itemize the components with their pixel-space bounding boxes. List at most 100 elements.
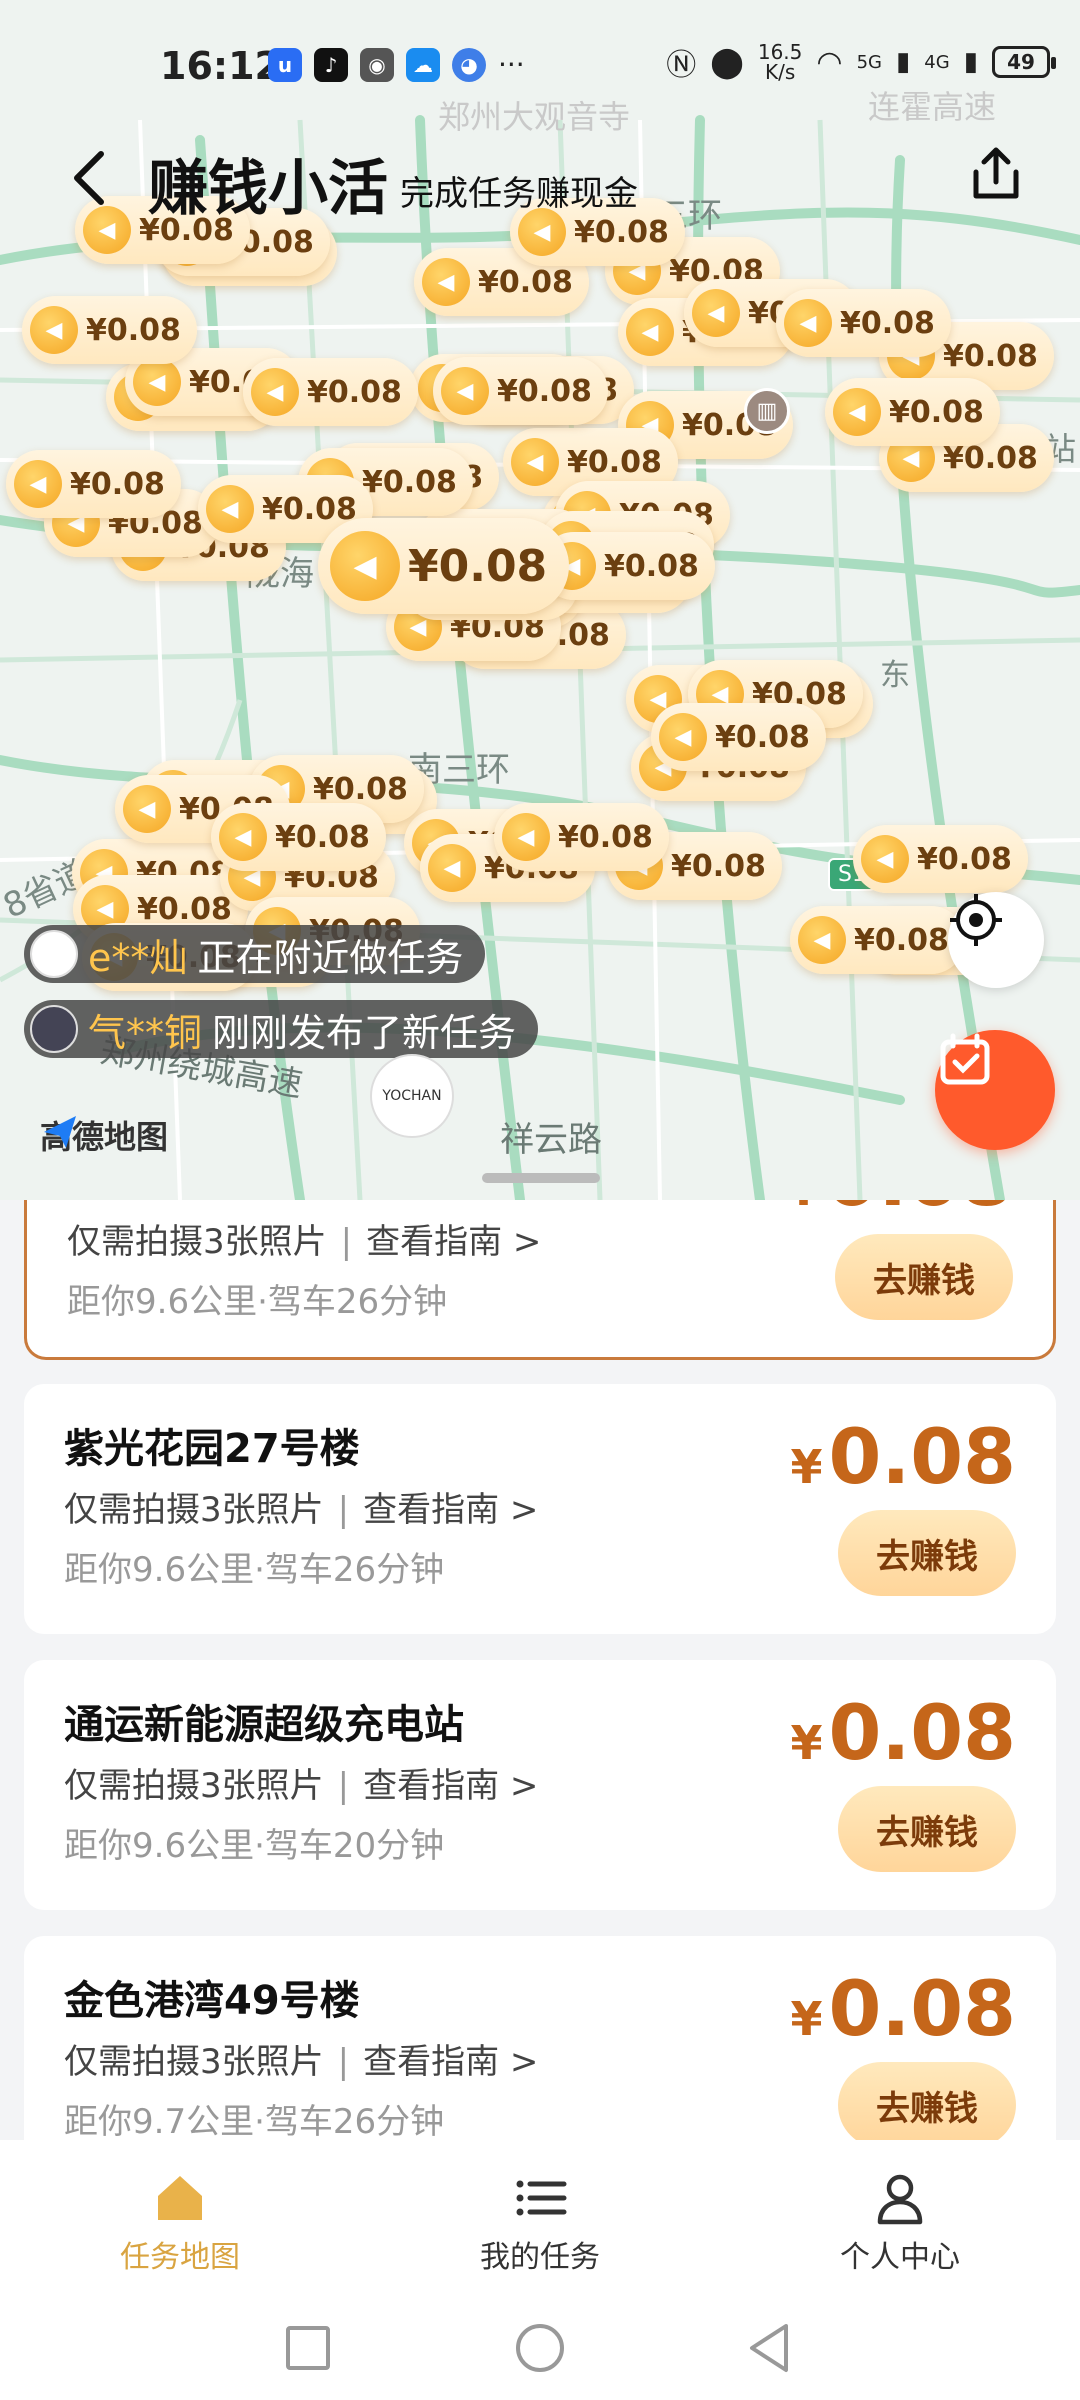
task-distance: 距你9.6公里·驾车26分钟: [64, 1550, 445, 1590]
coin-icon: ◀: [441, 367, 489, 415]
task-card[interactable]: ¥0.08 仅需拍摄3张照片 | 查看指南 > 距你9.6公里·驾车26分钟 去赚钱: [24, 1200, 1056, 1360]
tiktok-icon: ♪: [314, 48, 348, 82]
task-requirement: 仅需拍摄3张照片 | 查看指南 >: [64, 2034, 538, 2083]
separator: |: [340, 1222, 353, 1262]
activity-feed-item: 气**铜 刚刚发布了新任务: [24, 1000, 539, 1058]
map-provider-logo: 高德地图: [40, 1112, 168, 1158]
task-price-marker[interactable]: ◀¥0.08: [853, 825, 1028, 893]
marker-price: ¥0.08: [854, 922, 949, 958]
calendar-check-icon: [940, 1033, 990, 1085]
coin-icon: ◀: [133, 358, 181, 406]
task-price-marker[interactable]: ◀¥0.08: [433, 357, 608, 425]
coin-icon: ◀: [123, 785, 171, 833]
earn-button[interactable]: 去赚钱: [838, 2062, 1016, 2140]
back-nav-button[interactable]: [746, 2322, 794, 2374]
browser-icon: ◕: [452, 48, 486, 82]
page-subtitle: 完成任务赚现金: [400, 174, 638, 214]
marker-price: ¥0.08: [567, 444, 662, 480]
tab-task-map[interactable]: 任务地图: [0, 2140, 360, 2290]
network-speed: 16.5 K/s: [758, 42, 803, 82]
notification-icons: u ♪ ◉ ☁ ◕ ···: [268, 48, 525, 82]
coin-icon: ◀: [502, 813, 550, 861]
task-price-marker[interactable]: ◀¥0.08: [776, 289, 951, 357]
person-icon: [877, 2174, 923, 2225]
selected-task-marker[interactable]: ◀ ¥0.08: [318, 518, 570, 614]
view-guide-link[interactable]: 查看指南 >: [366, 1222, 541, 1262]
task-price: ¥0.08: [790, 1688, 1016, 1777]
marker-price: ¥0.08: [137, 891, 232, 927]
marker-price: ¥0.08: [497, 373, 592, 409]
task-price-marker[interactable]: ◀¥0.08: [22, 296, 197, 364]
task-price-marker[interactable]: ◀¥0.08: [651, 703, 826, 771]
task-requirement: 仅需拍摄3张照片 | 查看指南 >: [64, 1482, 538, 1531]
share-button[interactable]: [966, 144, 1026, 204]
marker-price: ¥0.08: [262, 491, 357, 527]
wechat-icon: ◉: [360, 48, 394, 82]
page-title: 赚钱小活: [148, 154, 388, 224]
marker-price: ¥0.08: [70, 466, 165, 502]
home-button[interactable]: [516, 2324, 564, 2372]
task-requirement-text: 仅需拍摄3张照片: [64, 1766, 324, 1806]
task-requirement-text: 仅需拍摄3张照片: [67, 1222, 327, 1262]
locate-button[interactable]: [948, 892, 1044, 988]
task-price: ¥0.08: [790, 1412, 1016, 1501]
view-guide-link[interactable]: 查看指南 >: [363, 1766, 538, 1806]
task-card[interactable]: 通运新能源超级充电站 ¥0.08 仅需拍摄3张照片 | 查看指南 > 距你9.6公里…: [24, 1660, 1056, 1910]
separator: |: [337, 1766, 350, 1806]
task-requirement-text: 仅需拍摄3张照片: [64, 1490, 324, 1530]
battery-indicator: 49: [992, 46, 1056, 78]
location-icon: ⬤: [710, 44, 744, 80]
marker-price: ¥0.08: [671, 848, 766, 884]
recent-apps-button[interactable]: [286, 2326, 330, 2370]
earn-button[interactable]: 去赚钱: [838, 1786, 1016, 1872]
task-price-marker[interactable]: ◀¥0.08: [825, 378, 1000, 446]
task-card[interactable]: 紫光花园27号楼 ¥0.08 仅需拍摄3张照片 | 查看指南 > 距你9.6公里·驾…: [24, 1384, 1056, 1634]
task-price-marker[interactable]: ◀¥0.08: [494, 803, 669, 871]
signal-bars-icon: ▮: [895, 47, 911, 77]
coin-icon: ◀: [798, 916, 846, 964]
coin-icon: ◀: [861, 835, 909, 883]
task-card[interactable]: 金色港湾49号楼 ¥0.08 仅需拍摄3张照片 | 查看指南 > 距你9.7公里·驾…: [24, 1936, 1056, 2140]
drag-handle[interactable]: [482, 1173, 600, 1183]
wifi-icon: ◠: [816, 44, 843, 80]
coin-icon: ◀: [833, 388, 881, 436]
marker-price: ¥0.08: [86, 312, 181, 348]
feed-text: 刚刚发布了新任务: [212, 1010, 517, 1055]
task-price-marker[interactable]: ◀¥0.08: [6, 450, 181, 518]
more-notifications-icon: ···: [498, 48, 525, 81]
view-guide-link[interactable]: 查看指南 >: [363, 2042, 538, 2082]
earn-button[interactable]: 去赚钱: [838, 1510, 1016, 1596]
coin-icon: ◀: [626, 308, 674, 356]
marker-price: ¥0.08: [558, 819, 653, 855]
checkin-calendar-button[interactable]: [935, 1030, 1055, 1150]
status-time: 16:12: [160, 44, 281, 88]
task-name: 金色港湾49号楼: [64, 1978, 360, 2024]
coin-icon: ◀: [511, 438, 559, 486]
task-name: 紫光花园27号楼: [64, 1426, 360, 1472]
feed-user: e**灿: [88, 935, 188, 980]
marker-price: ¥0.08: [917, 841, 1012, 877]
back-arrow-icon: [74, 151, 104, 205]
tab-profile[interactable]: 个人中心: [720, 2140, 1080, 2290]
view-guide-link[interactable]: 查看指南 >: [363, 1490, 538, 1530]
coin-icon: ◀: [330, 531, 400, 601]
earn-button[interactable]: 去赚钱: [835, 1234, 1013, 1320]
task-distance: 距你9.7公里·驾车26分钟: [64, 2102, 445, 2140]
task-price-marker[interactable]: ◀¥0.08: [211, 803, 386, 871]
system-navigation-bar: [0, 2290, 1080, 2400]
coin-icon: ◀: [428, 844, 476, 892]
tab-my-tasks[interactable]: 我的任务: [360, 2140, 720, 2290]
back-button[interactable]: [64, 148, 114, 208]
status-bar: 16:12 u ♪ ◉ ☁ ◕ ··· Ⓝ ⬤ 16.5 K/s ◠ 5G ▮ …: [0, 0, 1080, 130]
coin-icon: ◀: [692, 289, 740, 337]
system-indicators: Ⓝ ⬤ 16.5 K/s ◠ 5G ▮ 4G ▮ 49: [666, 40, 1056, 84]
marker-price: ¥0.08: [889, 394, 984, 430]
task-list[interactable]: ¥0.08 仅需拍摄3张照片 | 查看指南 > 距你9.6公里·驾车26分钟 去赚钱…: [0, 1200, 1080, 2140]
user-avatar: [30, 930, 78, 978]
marker-price: ¥0.08: [362, 464, 457, 500]
task-price-marker[interactable]: ◀¥0.08: [790, 906, 965, 974]
task-price-marker[interactable]: ◀¥0.08: [243, 358, 418, 426]
marker-price: ¥0.08: [313, 771, 408, 807]
marker-price: ¥0.08: [840, 305, 935, 341]
marker-price: ¥0.08: [604, 548, 699, 584]
